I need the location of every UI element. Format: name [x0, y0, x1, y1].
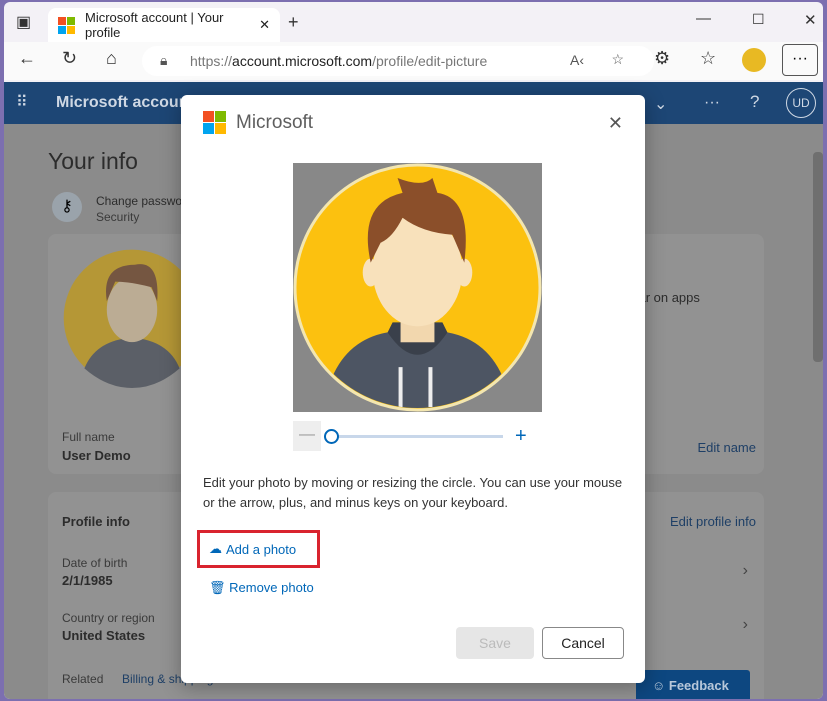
security-label: Security [96, 210, 140, 224]
close-window-icon[interactable]: ✕ [804, 11, 817, 29]
remove-photo-label: Remove photo [229, 580, 314, 595]
back-icon[interactable]: ← [18, 48, 36, 69]
chevron-right-icon[interactable]: › [743, 616, 748, 634]
app-title[interactable]: Microsoft account [56, 94, 194, 112]
cancel-button[interactable]: Cancel [542, 627, 624, 659]
feedback-button[interactable]: ☺ Feedback [636, 670, 750, 699]
help-icon[interactable]: ? [750, 92, 759, 112]
add-photo-label: Add a photo [226, 541, 297, 557]
zoom-slider-thumb[interactable] [324, 429, 339, 444]
close-tab-icon[interactable]: ✕ [259, 17, 270, 33]
more-icon[interactable]: ··· [704, 94, 720, 112]
maximize-icon[interactable]: ☐ [752, 11, 765, 28]
home-icon[interactable]: ⌂ [106, 48, 117, 69]
save-button[interactable]: Save [456, 627, 534, 659]
edit-profile-info-link[interactable]: Edit profile info [670, 514, 756, 529]
url-prefix: https:// [190, 53, 233, 69]
address-bar-row: ← ↻ ⌂ 🔒︎ https://account.microsoft.com/p… [4, 42, 823, 80]
read-aloud-icon[interactable]: A‹ [570, 52, 584, 68]
scrollbar[interactable] [813, 152, 823, 362]
add-photo-button[interactable]: ☁ Add a photo [197, 530, 320, 568]
remove-photo-button[interactable]: 🗑︎ Remove photo [209, 580, 314, 596]
chevron-right-icon[interactable]: › [743, 562, 748, 580]
microsoft-logo-icon [203, 111, 226, 134]
zoom-slider[interactable] [331, 435, 503, 438]
edit-name-link[interactable]: Edit name [697, 440, 756, 455]
microsoft-logo-icon [58, 16, 75, 34]
full-name-label: Full name [62, 430, 115, 444]
related-label: Related [62, 672, 104, 686]
favorite-add-icon[interactable]: ☆ [611, 51, 624, 68]
zoom-in-button[interactable]: + [515, 425, 527, 448]
country-value: United States [62, 628, 146, 643]
chevron-down-icon[interactable]: ⌄ [654, 94, 667, 114]
instructions-text: Edit your photo by moving or resizing th… [203, 475, 623, 510]
edit-picture-dialog: Microsoft ✕ — + Edit your photo by movin… [181, 95, 645, 683]
dob-label: Date of birth [62, 556, 128, 570]
profile-info-heading: Profile info [62, 514, 130, 529]
profile-avatar[interactable] [742, 48, 766, 72]
favorites-icon[interactable]: ☆ [700, 48, 716, 69]
tab-title: Microsoft account | Your profile [85, 10, 224, 40]
new-tab-icon[interactable]: + [288, 12, 299, 33]
lock-icon: 🔒︎ [160, 52, 168, 68]
change-password-link[interactable]: Change password [96, 194, 193, 208]
refresh-icon[interactable]: ↻ [62, 48, 77, 69]
dob-value: 2/1/1985 [62, 573, 113, 588]
close-icon[interactable]: ✕ [608, 113, 623, 134]
full-name-value: User Demo [62, 448, 131, 463]
minimize-icon[interactable]: — [696, 10, 711, 27]
country-label: Country or region [62, 611, 155, 625]
brand-name: Microsoft [236, 111, 314, 133]
key-icon: ⚷ [52, 192, 82, 222]
dialog-brand: Microsoft [203, 111, 313, 134]
cloud-upload-icon: ☁ [209, 541, 222, 556]
extensions-icon[interactable]: ⚙ [654, 48, 670, 69]
feedback-icon: ☺ [652, 678, 669, 693]
tab-bar: ▣ Microsoft account | Your profile ✕ + —… [4, 2, 823, 42]
trash-icon: 🗑︎ [209, 580, 230, 595]
settings-more-button[interactable]: ··· [782, 44, 818, 76]
account-avatar[interactable]: UD [786, 88, 816, 118]
url-path: /profile/edit-picture [372, 53, 488, 69]
url-domain: account.microsoft.com [232, 53, 373, 69]
app-launcher-icon[interactable]: ⠿ [16, 92, 28, 112]
address-input[interactable]: 🔒︎ https://account.microsoft.com/profile… [142, 46, 654, 76]
zoom-out-button[interactable]: — [293, 421, 321, 451]
page-title: Your info [48, 148, 138, 174]
tab-actions-icon[interactable]: ▣ [16, 12, 31, 32]
browser-tab[interactable]: Microsoft account | Your profile ✕ [48, 8, 280, 42]
photo-crop-area[interactable] [293, 163, 542, 412]
feedback-label: Feedback [668, 678, 729, 693]
